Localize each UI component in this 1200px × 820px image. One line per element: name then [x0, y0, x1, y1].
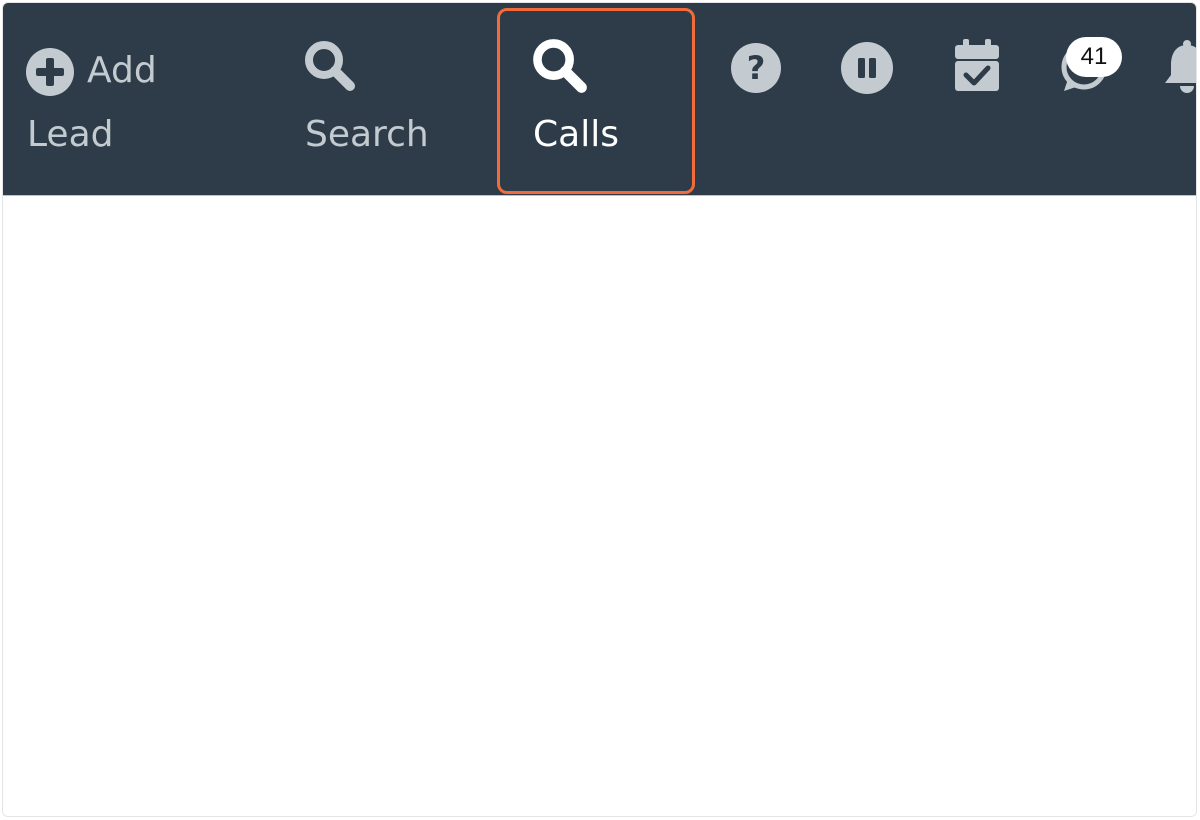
app-window: Add Lead Search Calls ? 41 — [2, 2, 1197, 817]
nav-search[interactable]: Search — [303, 39, 453, 163]
messages-count-badge: 41 — [1066, 37, 1122, 77]
svg-text:?: ? — [747, 49, 766, 87]
search-icon — [533, 39, 587, 93]
plus-circle-icon — [26, 48, 74, 96]
top-navbar: Add Lead Search Calls ? 41 — [3, 3, 1196, 196]
nav-search-label: Search — [305, 114, 429, 155]
nav-calls-label: Calls — [533, 114, 619, 155]
bell-icon[interactable] — [1163, 39, 1197, 95]
search-icon — [305, 41, 355, 91]
nav-add-lead[interactable]: Add Lead — [25, 43, 225, 163]
main-content-area — [3, 196, 1196, 816]
nav-add-lead-label-line1: Add — [87, 50, 157, 91]
pause-circle-icon[interactable] — [840, 41, 894, 95]
nav-add-lead-label-line2: Lead — [27, 114, 114, 155]
question-circle-icon[interactable]: ? — [730, 42, 782, 94]
nav-calls[interactable]: Calls — [531, 37, 681, 163]
calendar-check-icon[interactable] — [953, 39, 1001, 93]
